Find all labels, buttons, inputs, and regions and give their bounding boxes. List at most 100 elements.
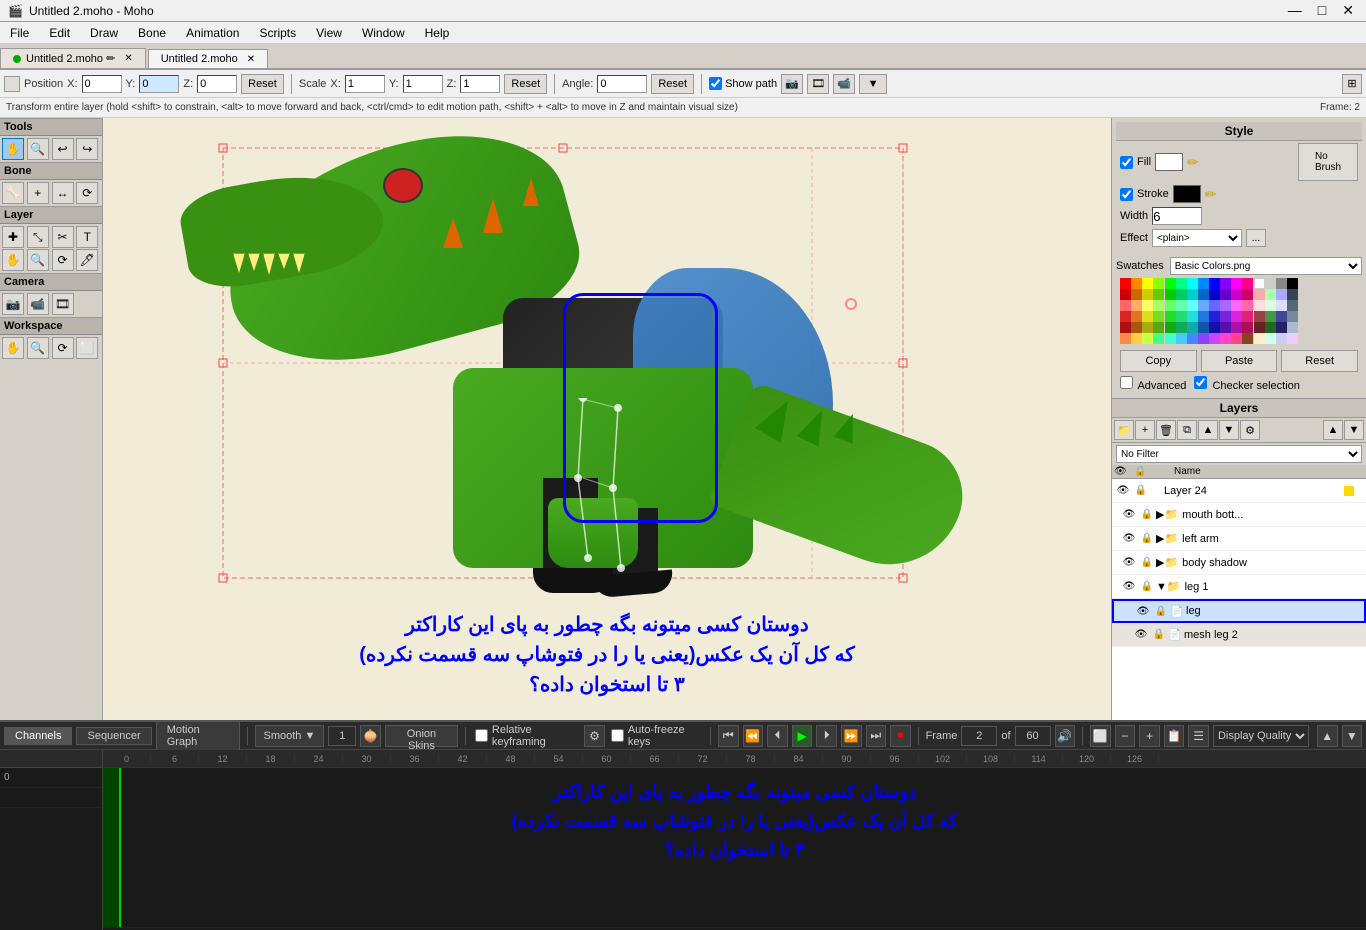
- color-darkyellow[interactable]: [1142, 289, 1153, 300]
- copy-button[interactable]: Copy: [1120, 350, 1197, 372]
- sz-input[interactable]: [460, 75, 500, 93]
- fit-view-btn[interactable]: ⬜: [1090, 725, 1111, 747]
- color-w1[interactable]: [1120, 322, 1131, 333]
- menu-edit[interactable]: Edit: [39, 24, 80, 42]
- layer-vis-leg[interactable]: 👁: [1134, 602, 1152, 620]
- canvas[interactable]: دوستان کسی میتونه بگه چطور به پای این کا…: [103, 118, 1111, 720]
- layers-add-group-btn[interactable]: 📁: [1114, 420, 1134, 440]
- close-button[interactable]: ✕: [1338, 2, 1358, 19]
- layer-lock-leg1[interactable]: 🔒: [1138, 578, 1156, 596]
- layer-row-leftarm[interactable]: 👁 🔒 ▶📁 left arm: [1112, 527, 1366, 551]
- layers-settings-btn[interactable]: ⚙: [1240, 420, 1260, 440]
- layer-lock-mouth[interactable]: 🔒: [1138, 506, 1156, 524]
- layer-tool-8[interactable]: 🖊: [76, 249, 98, 271]
- color-s7[interactable]: [1187, 300, 1198, 311]
- ws-tool-4[interactable]: ⬜: [76, 337, 98, 359]
- layer-tool-3[interactable]: ✂: [52, 226, 74, 248]
- color-u12[interactable]: [1242, 311, 1253, 322]
- tab-close-1[interactable]: ✕: [124, 53, 132, 64]
- layer-row-mouth[interactable]: 👁 🔒 ▶📁 mouth bott...: [1112, 503, 1366, 527]
- color-purple[interactable]: [1220, 278, 1231, 289]
- smooth-value-input[interactable]: [328, 726, 356, 746]
- tab-untitled2[interactable]: Untitled 2.moho ✕: [148, 49, 268, 68]
- paste-button[interactable]: Paste: [1201, 350, 1278, 372]
- fill-checkbox[interactable]: [1120, 156, 1133, 169]
- camera-tool-1[interactable]: 📷: [2, 293, 24, 315]
- layer-vis-leg1[interactable]: 👁: [1120, 578, 1138, 596]
- color-darkorange[interactable]: [1131, 289, 1142, 300]
- playback-prev-key[interactable]: ⏪: [743, 725, 764, 747]
- color-black[interactable]: [1287, 278, 1298, 289]
- color-y6[interactable]: [1176, 333, 1187, 344]
- sx-input[interactable]: [345, 75, 385, 93]
- color-darkyg[interactable]: [1153, 289, 1164, 300]
- color-s12[interactable]: [1242, 300, 1253, 311]
- bone-tool-1[interactable]: 🦴: [2, 182, 24, 204]
- grid-view-btn[interactable]: ⊞: [1342, 74, 1362, 94]
- color-s5[interactable]: [1165, 300, 1176, 311]
- zoom-out-btn[interactable]: −: [1115, 725, 1136, 747]
- layer-row-leg1[interactable]: 👁 🔒 ▼📁 leg 1: [1112, 575, 1366, 599]
- reset-swatches-button[interactable]: Reset: [1281, 350, 1358, 372]
- stroke-checkbox[interactable]: [1120, 188, 1133, 201]
- layer-tool-1[interactable]: ✚: [2, 226, 24, 248]
- color-u6[interactable]: [1176, 311, 1187, 322]
- layer-vis-leftarm[interactable]: 👁: [1120, 530, 1138, 548]
- color-darkred[interactable]: [1120, 289, 1131, 300]
- color-u5[interactable]: [1165, 311, 1176, 322]
- color-u4[interactable]: [1153, 311, 1164, 322]
- camera-btn2[interactable]: 🎞: [807, 74, 829, 94]
- checker-label-group[interactable]: Checker selection: [1194, 376, 1300, 392]
- ws-tool-2[interactable]: 🔍: [27, 337, 49, 359]
- playback-play[interactable]: ▶: [792, 725, 813, 747]
- color-s8[interactable]: [1198, 300, 1209, 311]
- color-darkgreen[interactable]: [1165, 289, 1176, 300]
- playback-prev[interactable]: ⏴: [767, 725, 788, 747]
- color-u7[interactable]: [1187, 311, 1198, 322]
- effect-select[interactable]: <plain>: [1152, 229, 1242, 247]
- minimize-button[interactable]: —: [1284, 2, 1306, 19]
- color-darkmagenta[interactable]: [1231, 289, 1242, 300]
- color-s1[interactable]: [1120, 300, 1131, 311]
- color-blue[interactable]: [1209, 278, 1220, 289]
- camera-tool-3[interactable]: 🎞: [52, 293, 74, 315]
- color-r4[interactable]: [1287, 289, 1298, 300]
- color-t4[interactable]: [1287, 300, 1298, 311]
- layer-lock-leftarm[interactable]: 🔒: [1138, 530, 1156, 548]
- onion-button[interactable]: Onion Skins: [385, 725, 458, 747]
- width-input[interactable]: [1152, 207, 1202, 225]
- color-red[interactable]: [1120, 278, 1131, 289]
- checker-checkbox[interactable]: [1194, 376, 1207, 389]
- bone-tool-4[interactable]: ⟳: [76, 182, 98, 204]
- tool-zoom[interactable]: 🔍: [27, 138, 49, 160]
- color-w6[interactable]: [1176, 322, 1187, 333]
- color-u9[interactable]: [1209, 311, 1220, 322]
- advanced-label-group[interactable]: Advanced: [1120, 376, 1186, 392]
- color-s10[interactable]: [1220, 300, 1231, 311]
- color-darkpink[interactable]: [1242, 289, 1253, 300]
- color-x4[interactable]: [1287, 322, 1298, 333]
- camera-dropdown[interactable]: ▼: [859, 74, 887, 94]
- layer-vis-meshleg2[interactable]: 👁: [1132, 626, 1150, 644]
- color-v4[interactable]: [1287, 311, 1298, 322]
- timeline-collapse-btn[interactable]: ▼: [1342, 725, 1363, 747]
- layer-row-bodyshadow[interactable]: 👁 🔒 ▶📁 body shadow: [1112, 551, 1366, 575]
- color-z3[interactable]: [1276, 333, 1287, 344]
- color-s11[interactable]: [1231, 300, 1242, 311]
- relative-keyframe-group[interactable]: Relative keyframing: [473, 724, 580, 748]
- color-w4[interactable]: [1153, 322, 1164, 333]
- color-y4[interactable]: [1153, 333, 1164, 344]
- layer-tool-2[interactable]: ⤡: [27, 226, 49, 248]
- color-darkpurple[interactable]: [1220, 289, 1231, 300]
- auto-freeze-checkbox[interactable]: [611, 729, 624, 742]
- layers-delete-btn[interactable]: 🗑: [1156, 420, 1176, 440]
- color-t2[interactable]: [1265, 300, 1276, 311]
- relative-keyframe-checkbox[interactable]: [475, 729, 488, 742]
- layers-scroll-down-btn[interactable]: ▼: [1344, 420, 1364, 440]
- tab-close-2[interactable]: ✕: [247, 54, 255, 65]
- timeline-track-main[interactable]: دوستان کسی میتونه بگه چطور به پای این کا…: [103, 768, 1366, 928]
- y-input[interactable]: [139, 75, 179, 93]
- menu-view[interactable]: View: [306, 24, 352, 42]
- color-w9[interactable]: [1209, 322, 1220, 333]
- tab-sequencer[interactable]: Sequencer: [76, 727, 151, 745]
